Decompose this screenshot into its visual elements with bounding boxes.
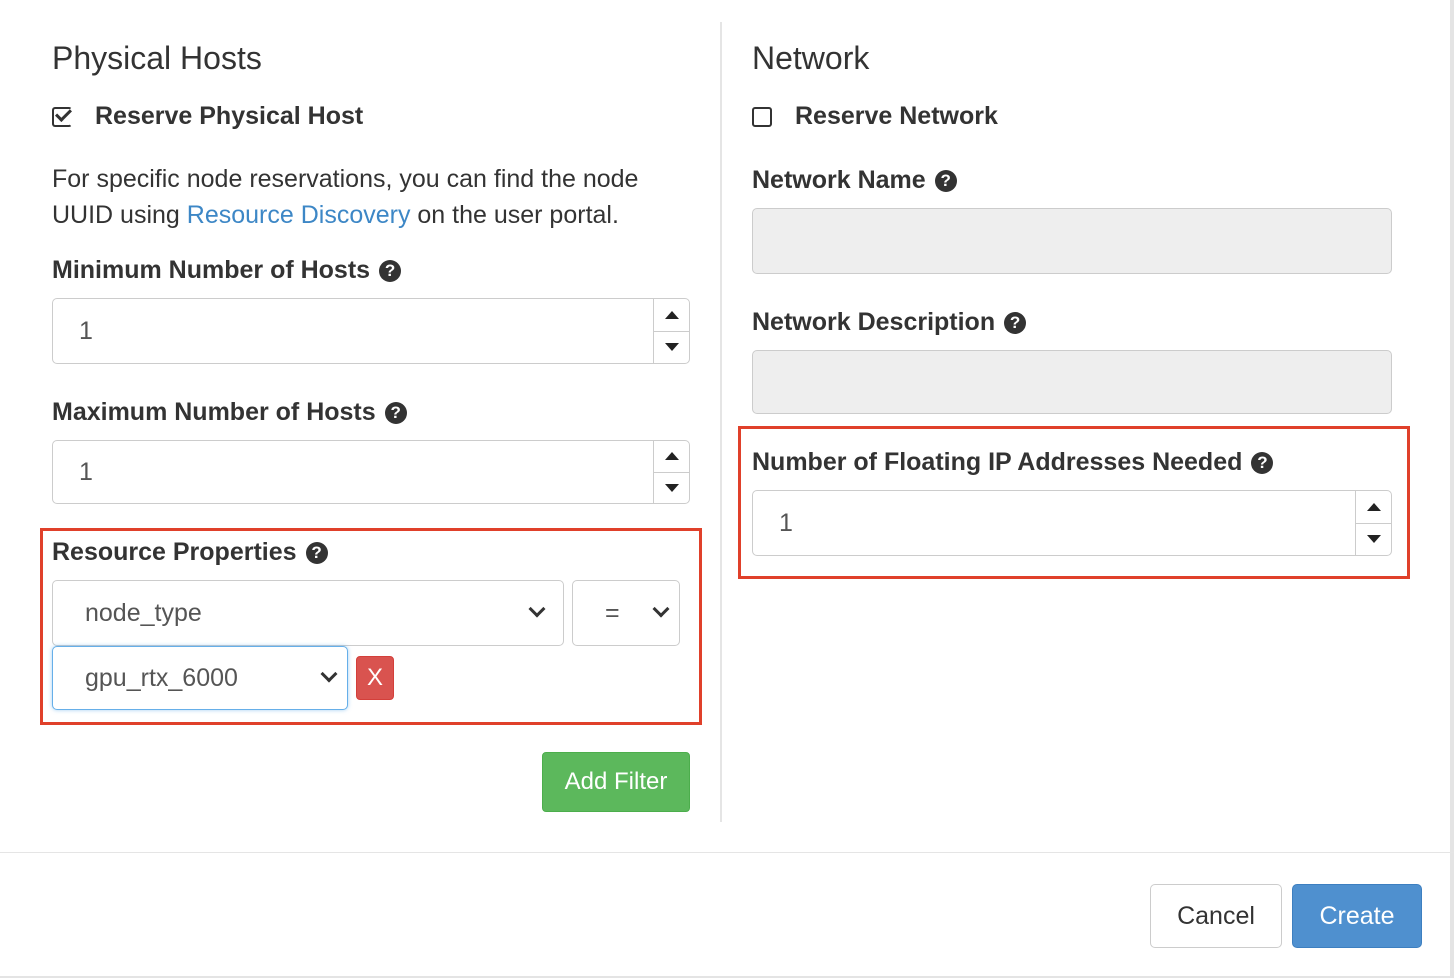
modal-right-border — [1450, 0, 1454, 978]
question-circle-icon[interactable]: ? — [934, 169, 957, 192]
reserve-network-row[interactable]: Reserve Network — [752, 102, 998, 131]
floating-ip-label: Number of Floating IP Addresses Needed ? — [752, 448, 1274, 477]
help-text-suffix: on the user portal. — [410, 201, 619, 229]
network-description-label-text: Network Description — [752, 308, 996, 336]
min-hosts-label-text: Minimum Number of Hosts — [52, 256, 371, 284]
property-value-select-value: gpu_rtx_6000 — [85, 663, 238, 692]
increment-button[interactable] — [654, 299, 689, 331]
add-filter-button[interactable]: Add Filter — [542, 752, 690, 812]
caret-down-icon — [1366, 535, 1381, 544]
resource-properties-label-text: Resource Properties — [52, 538, 297, 566]
network-name-label: Network Name ? — [752, 166, 957, 195]
floating-ip-input[interactable]: 1 — [752, 490, 1392, 556]
reserve-physical-host-label: Reserve Physical Host — [95, 102, 364, 130]
chevron-down-icon — [528, 600, 546, 618]
max-hosts-label: Maximum Number of Hosts ? — [52, 398, 407, 427]
max-hosts-label-text: Maximum Number of Hosts — [52, 398, 376, 426]
increment-button[interactable] — [1356, 491, 1391, 523]
caret-up-icon — [1366, 502, 1381, 511]
decrement-button[interactable] — [1356, 522, 1391, 556]
footer-divider — [0, 852, 1454, 853]
operator-select[interactable]: = — [572, 580, 680, 646]
min-hosts-input[interactable]: 1 — [52, 298, 690, 364]
increment-button[interactable] — [654, 441, 689, 472]
min-hosts-spinner[interactable] — [653, 299, 689, 363]
chevron-down-icon — [652, 600, 670, 618]
floating-ip-spinner[interactable] — [1355, 491, 1391, 555]
max-hosts-value[interactable]: 1 — [53, 441, 653, 503]
caret-up-icon — [664, 452, 679, 461]
property-select-value: node_type — [85, 598, 202, 627]
physical-hosts-title: Physical Hosts — [52, 40, 262, 76]
network-name-label-text: Network Name — [752, 166, 926, 194]
decrement-button[interactable] — [654, 330, 689, 364]
operator-select-value: = — [605, 598, 620, 627]
caret-up-icon — [664, 310, 679, 319]
min-hosts-value[interactable]: 1 — [53, 299, 653, 363]
reserve-physical-host-checkbox[interactable] — [52, 106, 72, 127]
min-hosts-label: Minimum Number of Hosts ? — [52, 256, 402, 285]
node-uuid-help-text: For specific node reservations, you can … — [52, 161, 702, 233]
chevron-down-icon — [320, 665, 338, 683]
property-select[interactable]: node_type — [52, 580, 564, 646]
cancel-button[interactable]: Cancel — [1150, 884, 1282, 948]
max-hosts-spinner[interactable] — [653, 441, 689, 503]
network-title: Network — [752, 40, 870, 76]
create-button[interactable]: Create — [1292, 884, 1422, 948]
decrement-button[interactable] — [654, 471, 689, 504]
question-circle-icon[interactable]: ? — [384, 401, 407, 424]
network-description-input[interactable] — [752, 350, 1392, 414]
reserve-network-label: Reserve Network — [795, 102, 998, 130]
network-name-input[interactable] — [752, 208, 1392, 274]
reserve-network-checkbox[interactable] — [752, 106, 772, 127]
question-circle-icon[interactable]: ? — [1004, 311, 1027, 334]
resource-discovery-link[interactable]: Resource Discovery — [187, 201, 411, 229]
network-description-label: Network Description ? — [752, 308, 1027, 337]
column-divider — [720, 22, 722, 822]
question-circle-icon[interactable]: ? — [1251, 451, 1274, 474]
question-circle-icon[interactable]: ? — [305, 541, 328, 564]
floating-ip-label-text: Number of Floating IP Addresses Needed — [752, 448, 1243, 476]
floating-ip-value[interactable]: 1 — [753, 491, 1355, 555]
reserve-physical-host-row[interactable]: Reserve Physical Host — [52, 102, 363, 131]
question-circle-icon[interactable]: ? — [379, 259, 402, 282]
caret-down-icon — [664, 483, 679, 492]
property-value-select[interactable]: gpu_rtx_6000 — [52, 646, 348, 710]
resource-properties-label: Resource Properties ? — [52, 538, 328, 567]
caret-down-icon — [664, 343, 679, 352]
max-hosts-input[interactable]: 1 — [52, 440, 690, 504]
remove-filter-button[interactable]: X — [356, 656, 394, 700]
